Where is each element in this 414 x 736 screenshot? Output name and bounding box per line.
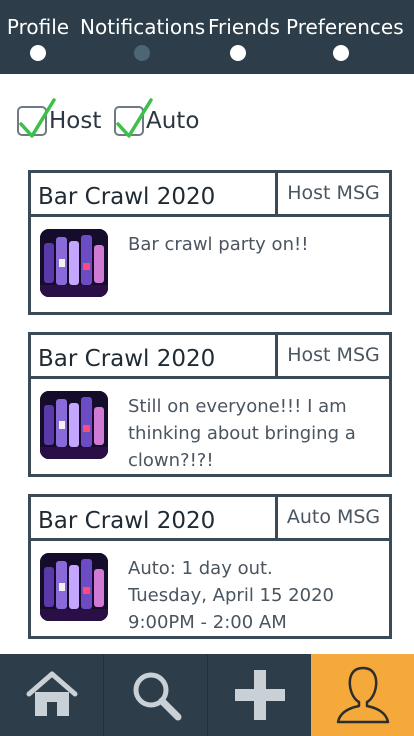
home-nav-button[interactable] bbox=[0, 654, 103, 736]
tab-notifications-indicator bbox=[134, 45, 150, 61]
checkmark-icon bbox=[19, 98, 56, 138]
card-body: Still on everyone!!! I am thinking about… bbox=[31, 379, 389, 474]
card-message: Still on everyone!!! I am thinking about… bbox=[128, 393, 379, 474]
card-body: Bar crawl party on!! bbox=[31, 217, 389, 312]
message-line: 9:00PM - 2:00 AM bbox=[128, 612, 287, 633]
tab-preferences-indicator bbox=[333, 45, 349, 61]
search-icon bbox=[133, 672, 181, 721]
auto-checkbox[interactable] bbox=[114, 98, 153, 138]
card-title: Bar Crawl 2020 bbox=[31, 497, 278, 538]
card-message-type: Host MSG bbox=[287, 182, 380, 204]
plus-icon bbox=[234, 670, 285, 720]
top-tab-bar: Profile Notifications Friends Preference… bbox=[0, 0, 414, 74]
tab-profile-label: Profile bbox=[6, 15, 70, 39]
home-icon bbox=[26, 671, 77, 716]
profile-nav-button[interactable] bbox=[311, 654, 414, 736]
card-header: Bar Crawl 2020 Host MSG bbox=[31, 173, 389, 217]
add-nav-button[interactable] bbox=[207, 654, 311, 736]
card-body: Auto: 1 day out. Tuesday, April 15 2020 … bbox=[31, 541, 389, 636]
card-message: Auto: 1 day out. Tuesday, April 15 2020 … bbox=[128, 555, 379, 636]
notification-card[interactable]: Bar Crawl 2020 Host MSG Bar crawl party … bbox=[28, 170, 392, 315]
tab-friends-label: Friends bbox=[208, 15, 280, 39]
message-line: Tuesday, April 15 2020 bbox=[128, 585, 334, 606]
host-filter-checkbox[interactable]: Host bbox=[17, 90, 101, 138]
event-thumbnail bbox=[40, 229, 108, 297]
message-line: Auto: 1 day out. bbox=[128, 558, 273, 579]
message-line: thinking about bringing a bbox=[128, 423, 356, 444]
tab-profile-indicator bbox=[30, 45, 46, 61]
tab-preferences-label: Preferences bbox=[286, 15, 404, 39]
checkmark-icon bbox=[116, 98, 153, 138]
card-message-type: Auto MSG bbox=[286, 506, 381, 528]
notification-card[interactable]: Bar Crawl 2020 Auto MSG Auto: 1 day out.… bbox=[28, 494, 392, 639]
auto-filter-label: Auto bbox=[146, 108, 200, 134]
event-thumbnail bbox=[40, 553, 108, 621]
tab-friends-indicator bbox=[230, 45, 246, 61]
card-header: Bar Crawl 2020 Host MSG bbox=[31, 335, 389, 379]
search-nav-button[interactable] bbox=[103, 654, 207, 736]
message-line: Still on everyone!!! I am bbox=[128, 396, 347, 417]
notification-card[interactable]: Bar Crawl 2020 Host MSG Still on everyon… bbox=[28, 332, 392, 477]
tab-preferences[interactable]: Preferences bbox=[286, 0, 404, 74]
tab-notifications[interactable]: Notifications bbox=[80, 0, 206, 74]
user-profile-icon bbox=[336, 666, 389, 724]
message-line: clown?!?! bbox=[128, 450, 214, 471]
host-checkbox[interactable] bbox=[17, 98, 56, 138]
tab-friends[interactable]: Friends bbox=[208, 0, 280, 74]
card-title: Bar Crawl 2020 bbox=[31, 173, 278, 214]
tab-profile[interactable]: Profile bbox=[0, 0, 76, 74]
card-title: Bar Crawl 2020 bbox=[31, 335, 278, 376]
message-line: Bar crawl party on!! bbox=[128, 234, 309, 255]
tab-notifications-label: Notifications bbox=[80, 15, 206, 39]
card-message: Bar crawl party on!! bbox=[128, 231, 379, 258]
card-header: Bar Crawl 2020 Auto MSG bbox=[31, 497, 389, 541]
card-message-type: Host MSG bbox=[287, 344, 380, 366]
event-thumbnail bbox=[40, 391, 108, 459]
auto-filter-checkbox[interactable]: Auto bbox=[114, 90, 200, 138]
bottom-nav-bar bbox=[0, 654, 414, 736]
